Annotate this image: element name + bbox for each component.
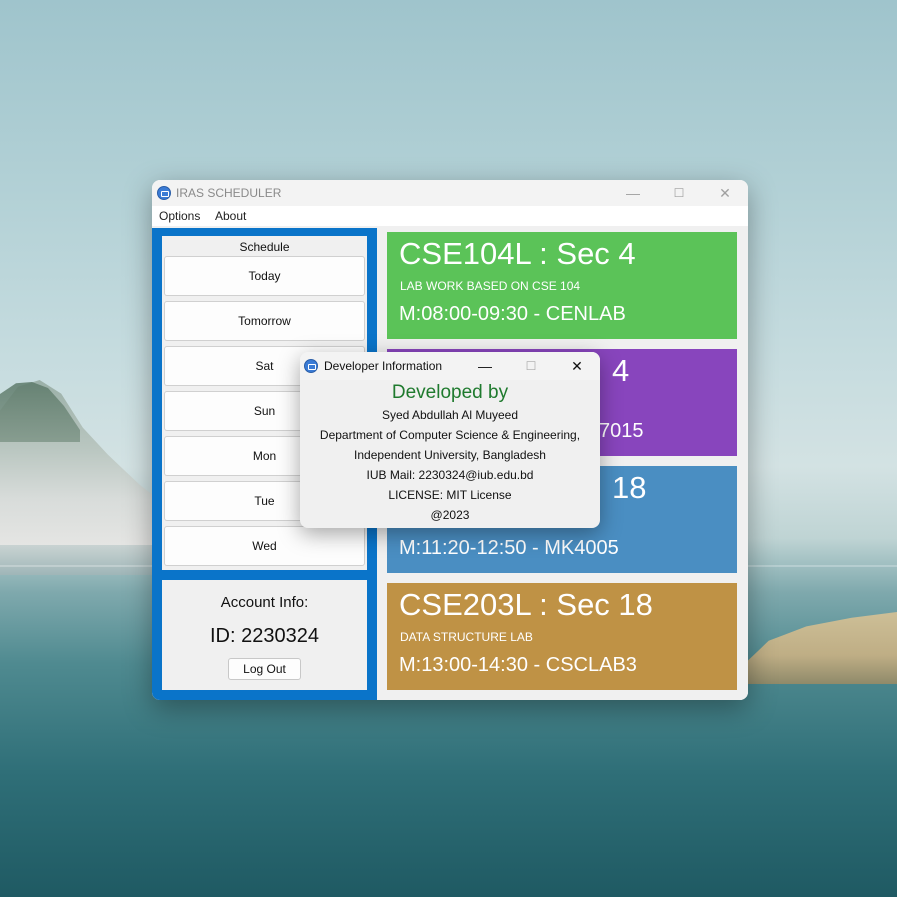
menu-options[interactable]: Options (159, 209, 200, 223)
day-button-wed[interactable]: Wed (164, 526, 365, 566)
schedule-label: Schedule (239, 240, 290, 254)
window-title: IRAS SCHEDULER (176, 186, 282, 200)
account-title: Account Info: (220, 594, 309, 611)
dialog-maximize-button[interactable]: ☐ (508, 352, 554, 380)
developer-name: Syed Abdullah Al Muyeed (381, 408, 519, 422)
minimize-button[interactable]: — (610, 180, 656, 206)
course-title: CSE203L : Sec 18 (399, 587, 653, 622)
close-button[interactable]: ✕ (702, 180, 748, 206)
dialog-title: Developer Information (324, 359, 443, 373)
course-time: M:11:20-12:50 - MK4005 (399, 537, 619, 559)
desktop-background: IRAS SCHEDULER — ☐ ✕ Options About Sched… (0, 0, 897, 897)
maximize-button[interactable]: ☐ (656, 180, 702, 206)
shore-image (0, 545, 160, 575)
course-card: CSE203L : Sec 18 DATA STRUCTURE LAB M:13… (387, 583, 737, 690)
course-title: 4 (612, 353, 630, 388)
developer-email: IUB Mail: 2230324@iub.edu.bd (366, 468, 534, 482)
account-panel: Account Info: ID: 2230324 Log Out (162, 580, 367, 690)
dialog-close-button[interactable]: ✕ (554, 352, 600, 380)
course-description: DATA STRUCTURE LAB (400, 630, 533, 644)
app-icon (157, 186, 171, 200)
developer-university: Independent University, Bangladesh (354, 448, 546, 462)
course-title: 18 (612, 470, 647, 505)
app-icon (304, 359, 318, 373)
trees-image (0, 382, 80, 442)
course-time: M:13:00-14:30 - CSCLAB3 (399, 654, 637, 676)
account-id: ID: 2230324 (210, 625, 319, 647)
day-button-tomorrow[interactable]: Tomorrow (164, 301, 365, 341)
menu-bar: Options About (152, 206, 748, 226)
developer-info-dialog: Developer Information — ☐ ✕ Developed by… (300, 352, 600, 528)
copyright-text: @2023 (430, 508, 470, 522)
dialog-title-bar[interactable]: Developer Information — ☐ ✕ (300, 352, 600, 380)
course-title: CSE104L : Sec 4 (399, 236, 636, 271)
course-description: LAB WORK BASED ON CSE 104 (400, 279, 581, 293)
course-time: 7015 (599, 420, 644, 442)
logout-button[interactable]: Log Out (228, 658, 301, 680)
developer-department: Department of Computer Science & Enginee… (319, 428, 581, 442)
grass-image (746, 612, 897, 684)
menu-about[interactable]: About (215, 209, 246, 223)
course-card: CSE104L : Sec 4 LAB WORK BASED ON CSE 10… (387, 232, 737, 339)
day-button-today[interactable]: Today (164, 256, 365, 296)
dialog-minimize-button[interactable]: — (462, 352, 508, 380)
course-time: M:08:00-09:30 - CENLAB (399, 303, 626, 325)
developed-by-heading: Developed by (391, 382, 509, 403)
license-text: LICENSE: MIT License (388, 488, 512, 502)
title-bar[interactable]: IRAS SCHEDULER — ☐ ✕ (152, 180, 748, 206)
